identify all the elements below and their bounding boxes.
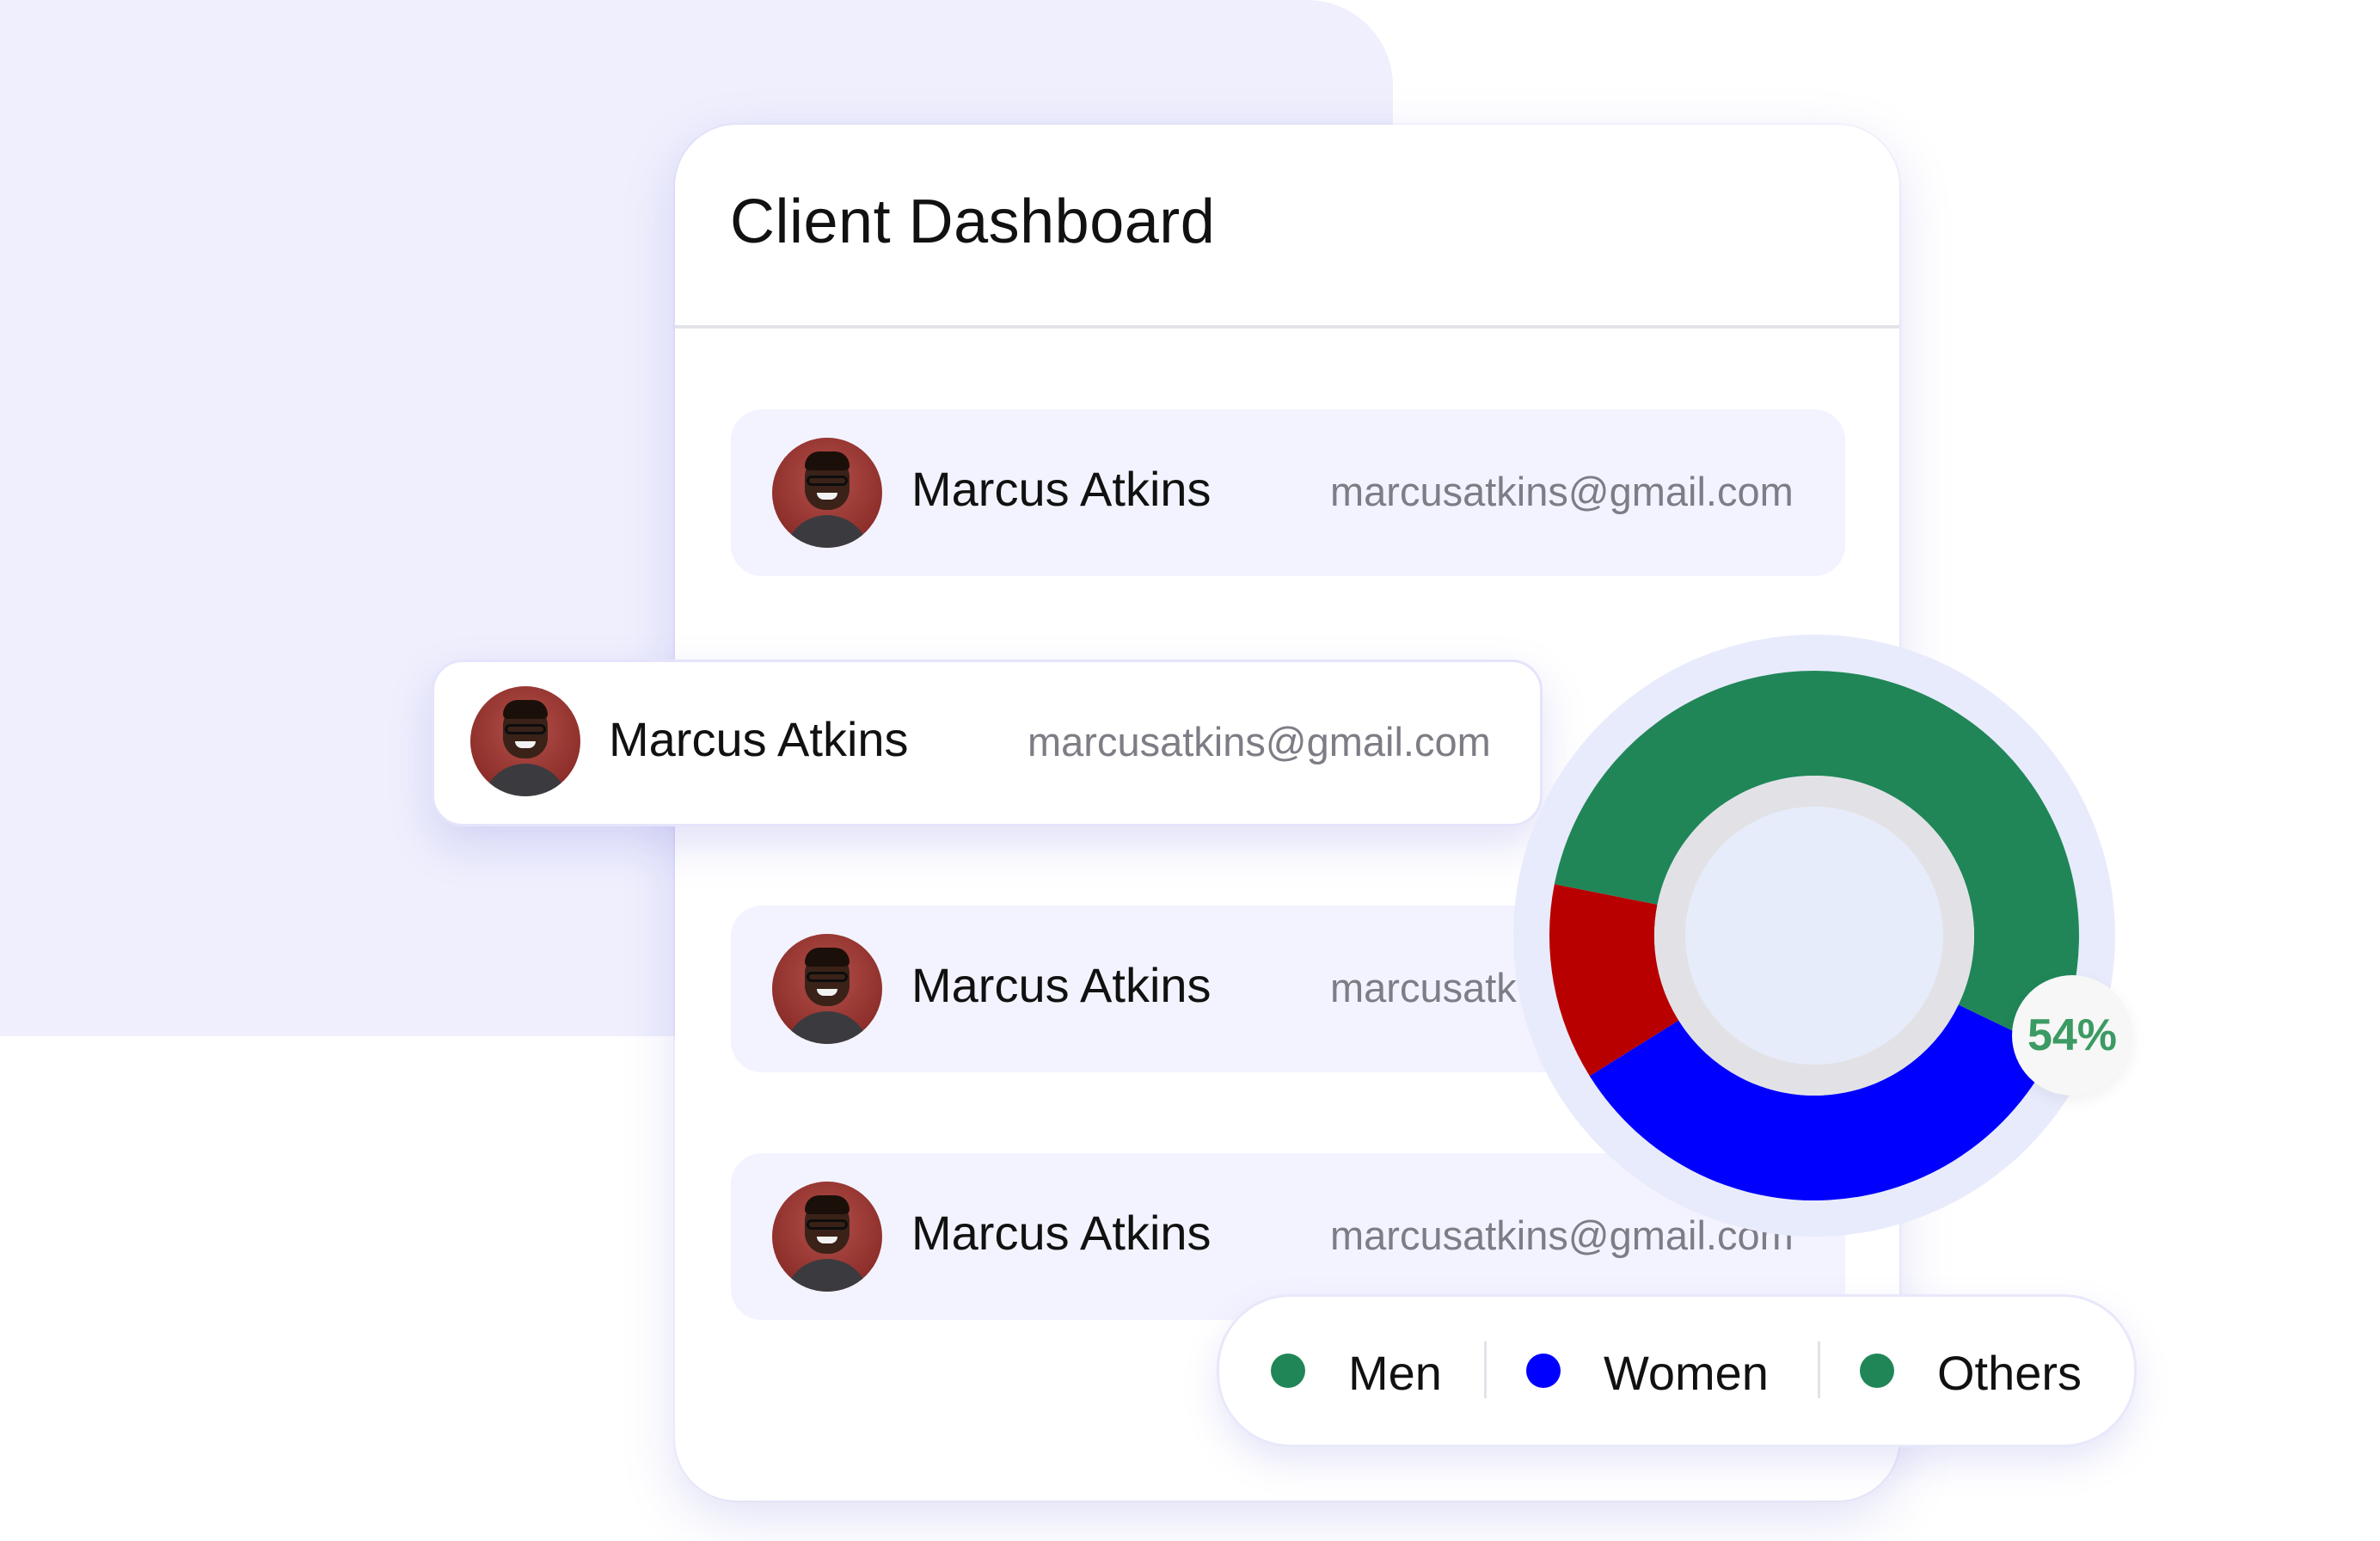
client-row-highlighted[interactable]: Marcus Atkins marcusatkins@gmail.com bbox=[432, 660, 1543, 826]
client-email: marcusatkins@gmail.com bbox=[1027, 719, 1491, 764]
client-name: Marcus Atkins bbox=[911, 1206, 1211, 1260]
legend-dot bbox=[1526, 1354, 1561, 1388]
percentage-badge: 54% bbox=[2012, 975, 2132, 1096]
client-row[interactable]: Marcus Atkins marcusatkins@gmail.com bbox=[731, 409, 1845, 576]
legend-divider bbox=[1818, 1341, 1820, 1398]
avatar bbox=[470, 686, 580, 796]
legend-dot bbox=[1271, 1354, 1305, 1388]
legend-label: Women bbox=[1604, 1346, 1769, 1400]
client-email: marcusatk bbox=[1330, 965, 1517, 1010]
client-name: Marcus Atkins bbox=[609, 712, 909, 766]
title-divider bbox=[675, 325, 1899, 328]
client-name: Marcus Atkins bbox=[911, 462, 1211, 516]
legend-divider bbox=[1484, 1341, 1487, 1398]
client-email: marcusatkins@gmail.com bbox=[1330, 469, 1794, 514]
legend-label: Men bbox=[1348, 1346, 1442, 1400]
gender-donut-chart bbox=[1513, 635, 2115, 1237]
legend-dot bbox=[1860, 1354, 1894, 1388]
donut-center bbox=[1685, 807, 1943, 1065]
avatar bbox=[772, 934, 882, 1044]
page-title: Client Dashboard bbox=[730, 187, 1216, 256]
chart-legend: Men Women Others bbox=[1217, 1294, 2137, 1447]
avatar bbox=[772, 1182, 882, 1292]
legend-label: Others bbox=[1937, 1346, 2082, 1400]
client-name: Marcus Atkins bbox=[911, 958, 1211, 1012]
avatar bbox=[772, 438, 882, 548]
